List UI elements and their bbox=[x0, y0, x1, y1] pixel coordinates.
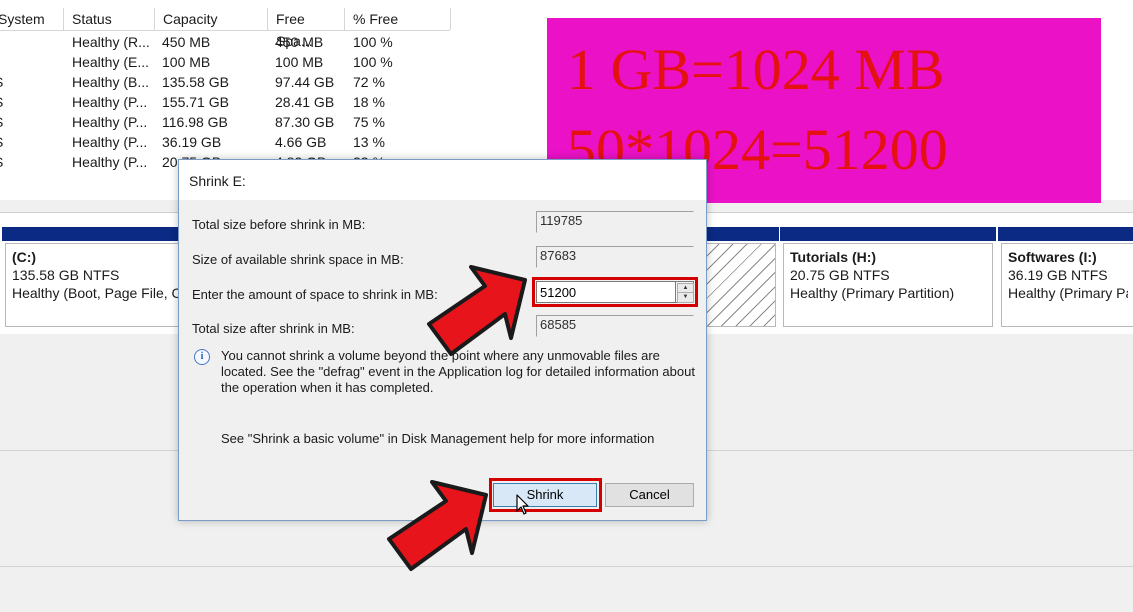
cell-free-space: 97.44 GB bbox=[275, 74, 335, 90]
table-row[interactable]: S Healthy (P... 116.98 GB 87.30 GB 75 % bbox=[0, 112, 450, 132]
table-row[interactable]: S Healthy (B... 135.58 GB 97.44 GB 72 % bbox=[0, 72, 450, 92]
partition-title: Tutorials (H:) bbox=[790, 249, 877, 265]
table-row[interactable]: S Healthy (P... 36.19 GB 4.66 GB 13 % bbox=[0, 132, 450, 152]
cell-free-space: 450 MB bbox=[275, 34, 324, 50]
partition-selected-volume[interactable] bbox=[700, 227, 779, 329]
partition-tutorials[interactable]: Tutorials (H:) 20.75 GB NTFS Healthy (Pr… bbox=[780, 227, 996, 329]
partition-c[interactable]: (C:) 135.58 GB NTFS Healthy (Boot, Page … bbox=[2, 227, 192, 329]
cell-percent-free: 13 % bbox=[353, 134, 385, 150]
cancel-button[interactable]: Cancel bbox=[605, 483, 694, 507]
cell-capacity: 155.71 GB bbox=[162, 94, 229, 110]
column-header-label: Capacity bbox=[163, 11, 218, 27]
header-divider bbox=[0, 30, 450, 31]
cell-status: Healthy (R... bbox=[72, 34, 150, 50]
partition-bar bbox=[2, 227, 192, 241]
total-after-label: Total size after shrink in MB: bbox=[192, 321, 355, 336]
partition-status: Healthy (Boot, Page File, Cr bbox=[12, 285, 182, 301]
cell-percent-free: 18 % bbox=[353, 94, 385, 110]
shrink-amount-spinner[interactable]: ▲ ▼ bbox=[676, 281, 694, 303]
cell-system: S bbox=[0, 112, 3, 132]
cell-system: S bbox=[0, 92, 3, 112]
cell-capacity: 450 MB bbox=[162, 34, 211, 50]
partition-status: Healthy (Primary Par bbox=[1008, 285, 1128, 301]
cell-percent-free: 75 % bbox=[353, 114, 385, 130]
cell-percent-free: 72 % bbox=[353, 74, 385, 90]
column-header-system[interactable]: System bbox=[0, 8, 64, 30]
cell-capacity: 36.19 GB bbox=[162, 134, 222, 150]
partition-body: (C:) 135.58 GB NTFS Healthy (Boot, Page … bbox=[5, 243, 189, 327]
total-after-field: 68585 bbox=[536, 315, 694, 337]
column-header-label: % Free bbox=[353, 11, 399, 27]
cell-system: S bbox=[0, 72, 3, 92]
cell-percent-free: 100 % bbox=[353, 34, 393, 50]
cell-status: Healthy (P... bbox=[72, 134, 148, 150]
row-divider bbox=[0, 566, 1133, 567]
partition-bar bbox=[700, 227, 779, 241]
column-header-capacity[interactable]: Capacity bbox=[155, 8, 268, 30]
cell-capacity: 135.58 GB bbox=[162, 74, 229, 90]
column-header-percent-free[interactable]: % Free bbox=[345, 8, 451, 30]
cell-system: S bbox=[0, 132, 3, 152]
cell-status: Healthy (E... bbox=[72, 54, 150, 70]
shrink-amount-input[interactable] bbox=[536, 281, 676, 303]
partition-filesystem: 135.58 GB NTFS bbox=[12, 267, 120, 283]
cell-status: Healthy (P... bbox=[72, 94, 148, 110]
partition-bar bbox=[780, 227, 996, 241]
total-before-field: 119785 bbox=[536, 211, 694, 233]
partition-filesystem: 36.19 GB NTFS bbox=[1008, 267, 1108, 283]
help-message: See "Shrink a basic volume" in Disk Mana… bbox=[221, 431, 655, 446]
cell-free-space: 87.30 GB bbox=[275, 114, 335, 130]
dialog-title: Shrink E: bbox=[189, 173, 246, 189]
partition-title: Softwares (I:) bbox=[1008, 249, 1097, 265]
cell-status: Healthy (B... bbox=[72, 74, 150, 90]
column-header-label: Status bbox=[72, 11, 112, 27]
partition-status: Healthy (Primary Partition) bbox=[790, 285, 955, 301]
cell-percent-free: 100 % bbox=[353, 54, 393, 70]
cell-capacity: 100 MB bbox=[162, 54, 211, 70]
partition-body: Softwares (I:) 36.19 GB NTFS Healthy (Pr… bbox=[1001, 243, 1133, 327]
table-row[interactable]: S Healthy (P... 155.71 GB 28.41 GB 18 % bbox=[0, 92, 450, 112]
cell-system: S bbox=[0, 152, 3, 172]
cell-free-space: 100 MB bbox=[275, 54, 324, 70]
partition-softwares[interactable]: Softwares (I:) 36.19 GB NTFS Healthy (Pr… bbox=[998, 227, 1133, 329]
available-space-label: Size of available shrink space in MB: bbox=[192, 252, 404, 267]
info-message: You cannot shrink a volume beyond the po… bbox=[221, 348, 695, 395]
column-header-label: System bbox=[0, 11, 45, 27]
info-icon: i bbox=[194, 349, 210, 365]
column-header-free-space[interactable]: Free Spa... bbox=[268, 8, 345, 49]
shrink-amount-label: Enter the amount of space to shrink in M… bbox=[192, 287, 438, 302]
cell-status: Healthy (P... bbox=[72, 114, 148, 130]
annotation-line-1: 1 GB=1024 MB bbox=[567, 37, 945, 102]
partition-bar bbox=[998, 227, 1133, 241]
cell-free-space: 28.41 GB bbox=[275, 94, 335, 110]
partition-body-hatched bbox=[703, 243, 776, 327]
partition-title: (C:) bbox=[12, 249, 37, 265]
table-row[interactable]: Healthy (E... 100 MB 100 MB 100 % bbox=[0, 52, 450, 72]
cell-free-space: 4.66 GB bbox=[275, 134, 327, 150]
column-header-status[interactable]: Status bbox=[64, 8, 155, 30]
partition-filesystem: 20.75 GB NTFS bbox=[790, 267, 890, 283]
partition-body: Tutorials (H:) 20.75 GB NTFS Healthy (Pr… bbox=[783, 243, 993, 327]
available-space-field: 87683 bbox=[536, 246, 694, 268]
total-before-label: Total size before shrink in MB: bbox=[192, 217, 366, 232]
cell-capacity: 116.98 GB bbox=[162, 114, 228, 130]
cell-status: Healthy (P... bbox=[72, 154, 148, 170]
dialog-titlebar[interactable]: Shrink E: bbox=[179, 160, 706, 200]
spin-down-icon[interactable]: ▼ bbox=[677, 292, 694, 303]
shrink-button[interactable]: Shrink bbox=[493, 483, 597, 507]
table-row[interactable]: Healthy (R... 450 MB 450 MB 100 % bbox=[0, 32, 450, 52]
shrink-dialog: Shrink E: Total size before shrink in MB… bbox=[178, 159, 707, 521]
